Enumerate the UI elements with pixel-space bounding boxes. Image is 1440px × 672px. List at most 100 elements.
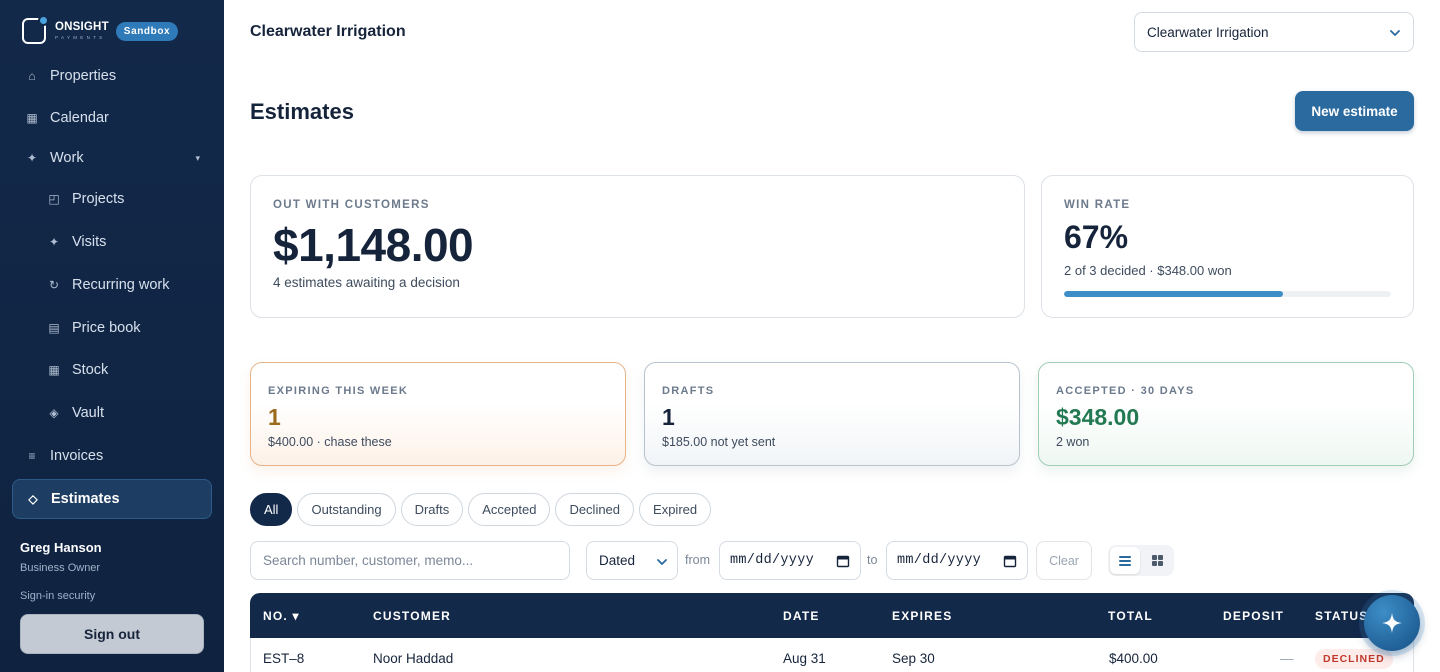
card-label: EXPIRING THIS WEEK bbox=[268, 385, 409, 397]
sidebar-item-price-book[interactable]: ▤ Price book bbox=[12, 308, 212, 348]
sidebar-item-calendar[interactable]: ▦ Calendar bbox=[12, 98, 212, 138]
calendar-icon: ▦ bbox=[26, 111, 38, 125]
view-toggle bbox=[1108, 545, 1174, 576]
refresh-icon: ↻ bbox=[48, 278, 60, 292]
grid-view-button[interactable] bbox=[1142, 547, 1172, 574]
sparkle-icon bbox=[1382, 613, 1402, 633]
book-icon: ▤ bbox=[48, 321, 60, 335]
sidebar-item-stock[interactable]: ▦ Stock bbox=[12, 350, 212, 390]
sidebar-item-projects[interactable]: ◰ Projects bbox=[12, 179, 212, 219]
card-label: WIN RATE bbox=[1064, 199, 1131, 211]
sidebar-item-visits[interactable]: ✦ Visits bbox=[12, 222, 212, 262]
filter-expired[interactable]: Expired bbox=[639, 493, 712, 526]
company-select[interactable]: Clearwater Irrigation bbox=[1134, 12, 1414, 52]
column-expires[interactable]: EXPIRES bbox=[892, 609, 952, 623]
calendar-icon[interactable] bbox=[836, 554, 850, 568]
page-title: Estimates bbox=[250, 99, 354, 124]
home-icon: ⌂ bbox=[28, 69, 36, 83]
table-header: NO. ▾ CUSTOMER DATE EXPIRES TOTAL DEPOSI… bbox=[250, 593, 1414, 638]
clear-dates-button[interactable]: Clear bbox=[1036, 541, 1092, 580]
diamond-outline-icon: ◇ bbox=[28, 492, 38, 506]
grid-icon: ▦ bbox=[48, 363, 60, 377]
date-type-value: Dated bbox=[599, 553, 636, 568]
win-rate-card: WIN RATE 67% 2 of 3 decided · $348.00 wo… bbox=[1041, 175, 1414, 318]
out-with-customers-card: OUT WITH CUSTOMERS $1,148.00 4 estimates… bbox=[250, 175, 1025, 318]
estimate-total: $400.00 bbox=[1109, 651, 1158, 666]
column-total[interactable]: TOTAL bbox=[1108, 609, 1153, 623]
column-number[interactable]: NO. ▾ bbox=[263, 609, 300, 623]
estimate-deposit: — bbox=[1280, 651, 1294, 666]
expiring-sub: $400.00 · chase these bbox=[268, 435, 392, 449]
card-label: DRAFTS bbox=[662, 385, 715, 397]
win-rate-value: 67% bbox=[1064, 219, 1129, 255]
date-type-select[interactable]: Dated bbox=[586, 541, 678, 580]
column-deposit[interactable]: DEPOSIT bbox=[1223, 609, 1284, 623]
chevron-down-icon bbox=[1390, 30, 1400, 36]
win-rate-progress-fill bbox=[1064, 291, 1284, 297]
date-from-input[interactable]: mm/dd/yyyy bbox=[719, 541, 861, 580]
chevron-down-icon: ▾ bbox=[195, 152, 200, 163]
diamond-icon: ◈ bbox=[49, 406, 59, 420]
out-with-customers-sub: 4 estimates awaiting a decision bbox=[273, 275, 460, 290]
sandbox-badge: Sandbox bbox=[115, 21, 179, 41]
status-badge: DECLINED bbox=[1315, 649, 1393, 669]
sign-out-button[interactable]: Sign out bbox=[20, 614, 204, 654]
search-input[interactable] bbox=[250, 541, 570, 580]
sparkle-icon: ✦ bbox=[48, 235, 60, 249]
card-label: OUT WITH CUSTOMERS bbox=[273, 199, 430, 211]
new-estimate-button[interactable]: New estimate bbox=[1295, 91, 1414, 131]
sidebar-item-recurring-work[interactable]: ↻ Recurring work bbox=[12, 265, 212, 305]
list-icon bbox=[1119, 555, 1131, 566]
customer-name: Noor Haddad bbox=[373, 651, 454, 666]
accepted-sub: 2 won bbox=[1056, 435, 1090, 449]
filter-all[interactable]: All bbox=[250, 493, 293, 526]
from-label: from bbox=[685, 553, 710, 567]
brand-name: ONSIGHT bbox=[55, 21, 109, 33]
sidebar-item-properties[interactable]: ⌂ Properties bbox=[12, 56, 212, 96]
estimate-expires: Sep 30 bbox=[892, 651, 935, 666]
accepted-card[interactable]: ACCEPTED · 30 DAYS $348.00 2 won bbox=[1038, 362, 1414, 466]
drafts-sub: $185.00 not yet sent bbox=[662, 435, 776, 449]
sidebar-item-work[interactable]: ✦ Work ▾ bbox=[12, 138, 212, 178]
company-title: Clearwater Irrigation bbox=[250, 23, 406, 40]
brand-logo[interactable]: ONSIGHT PAYMENTS Sandbox bbox=[22, 15, 179, 44]
table-row[interactable]: EST–8 Noor Haddad Aug 31 Sep 30 $400.00 … bbox=[250, 638, 1414, 672]
chevron-down-icon bbox=[657, 559, 667, 565]
filter-accepted[interactable]: Accepted bbox=[468, 493, 551, 526]
sidebar-item-invoices[interactable]: ≡ Invoices bbox=[12, 436, 212, 476]
drafts-value: 1 bbox=[662, 404, 675, 430]
filter-declined[interactable]: Declined bbox=[555, 493, 635, 526]
sparkle-icon: ✦ bbox=[26, 151, 38, 165]
card-label: ACCEPTED · 30 DAYS bbox=[1056, 385, 1195, 397]
to-label: to bbox=[867, 553, 878, 567]
logo-icon bbox=[22, 15, 49, 44]
expiring-this-week-card[interactable]: EXPIRING THIS WEEK 1 $400.00 · chase the… bbox=[250, 362, 626, 466]
brand-subtitle: PAYMENTS bbox=[55, 34, 106, 40]
projects-icon: ◰ bbox=[48, 192, 60, 206]
column-customer[interactable]: CUSTOMER bbox=[373, 609, 451, 623]
sidebar-item-vault[interactable]: ◈ Vault bbox=[12, 393, 212, 433]
company-select-value: Clearwater Irrigation bbox=[1147, 24, 1269, 40]
date-to-input[interactable]: mm/dd/yyyy bbox=[886, 541, 1028, 580]
estimate-date: Aug 31 bbox=[783, 651, 826, 666]
assistant-fab[interactable] bbox=[1364, 595, 1420, 651]
win-rate-sub: 2 of 3 decided · $348.00 won bbox=[1064, 263, 1232, 278]
filter-outstanding[interactable]: Outstanding bbox=[297, 493, 396, 526]
list-view-button[interactable] bbox=[1110, 547, 1140, 574]
estimate-number: EST–8 bbox=[263, 651, 305, 666]
sidebar-item-estimates[interactable]: ◇ Estimates bbox=[12, 479, 212, 519]
grid-icon bbox=[1151, 555, 1163, 566]
drafts-card[interactable]: DRAFTS 1 $185.00 not yet sent bbox=[644, 362, 1020, 466]
list-icon: ≡ bbox=[28, 449, 36, 463]
column-status[interactable]: STATUS bbox=[1315, 609, 1368, 623]
user-role: Business Owner bbox=[20, 562, 101, 574]
expiring-value: 1 bbox=[268, 404, 281, 430]
filter-drafts[interactable]: Drafts bbox=[400, 493, 464, 526]
status-filter-tabs: All Outstanding Drafts Accepted Declined… bbox=[250, 493, 712, 526]
signin-security-link[interactable]: Sign-in security bbox=[20, 590, 95, 602]
win-rate-progress bbox=[1064, 291, 1391, 297]
column-date[interactable]: DATE bbox=[783, 609, 820, 623]
out-with-customers-value: $1,148.00 bbox=[273, 219, 474, 271]
calendar-icon[interactable] bbox=[1003, 554, 1017, 568]
user-name: Greg Hanson bbox=[20, 540, 102, 555]
